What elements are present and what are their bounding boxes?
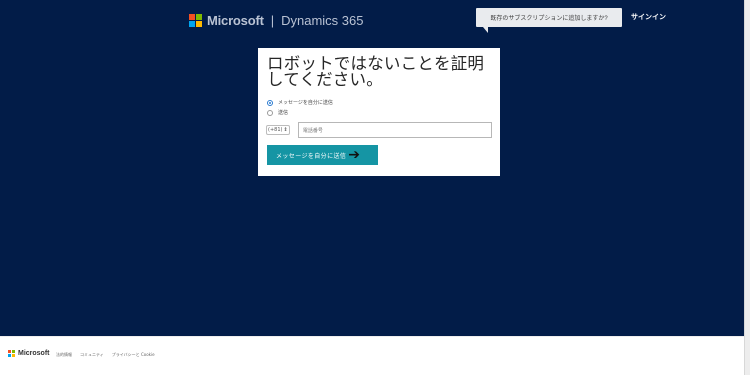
caret-updown-icon: ⇕ — [283, 127, 288, 133]
brand-company: Microsoft — [207, 12, 264, 28]
main-background: Microsoft | Dynamics 365 既存のサブスクリプションに追加… — [0, 0, 744, 336]
footer-brand[interactable]: Microsoft — [8, 350, 50, 357]
send-button-label: メッセージを自分に送信 — [276, 152, 347, 160]
footer-brand-label: Microsoft — [18, 350, 50, 357]
arrow-right-icon: ➔ — [348, 147, 361, 163]
footer: Microsoft 法的情報 コミュニティ プライバシーと Cookie — [0, 336, 744, 375]
radio-icon[interactable] — [267, 109, 273, 116]
country-code-select[interactable]: (+81) ⇕ — [266, 125, 290, 135]
footer-links: 法的情報 コミュニティ プライバシーと Cookie — [56, 352, 155, 358]
radio-icon[interactable] — [267, 99, 273, 106]
option-send[interactable]: 送信 — [267, 109, 492, 116]
microsoft-logo-icon — [189, 13, 202, 27]
brand-separator: | — [270, 12, 275, 28]
scrollbar[interactable] — [744, 0, 750, 375]
option-send-message[interactable]: メッセージを自分に送信 — [267, 99, 492, 106]
footer-link-legal[interactable]: 法的情報 — [56, 352, 72, 358]
card-title: ロボットではないことを証明してください。 — [267, 54, 485, 89]
option-label: メッセージを自分に送信 — [278, 100, 333, 106]
verification-card: ロボットではないことを証明してください。 メッセージを自分に送信 送信 (+81… — [258, 48, 500, 176]
footer-link-privacy[interactable]: プライバシーと Cookie — [112, 352, 155, 358]
option-label: 送信 — [278, 110, 289, 116]
phone-number-input[interactable]: 電話番号 — [297, 122, 492, 138]
send-message-button[interactable]: メッセージを自分に送信 ➔ — [267, 145, 378, 165]
header-brand[interactable]: Microsoft | Dynamics 365 — [189, 12, 363, 28]
country-code-value: (+81) — [268, 127, 283, 133]
phone-row: (+81) ⇕ 電話番号 — [266, 122, 492, 138]
signin-link[interactable]: サインイン — [631, 12, 666, 22]
brand-product: Dynamics 365 — [281, 12, 364, 28]
tooltip-arrow-icon — [483, 27, 488, 33]
page: Microsoft | Dynamics 365 既存のサブスクリプションに追加… — [0, 0, 750, 375]
microsoft-logo-icon — [8, 350, 15, 357]
add-to-subscription-button[interactable]: 既存のサブスクリプションに追加しますか? — [476, 8, 622, 27]
footer-link-community[interactable]: コミュニティ — [80, 352, 104, 358]
